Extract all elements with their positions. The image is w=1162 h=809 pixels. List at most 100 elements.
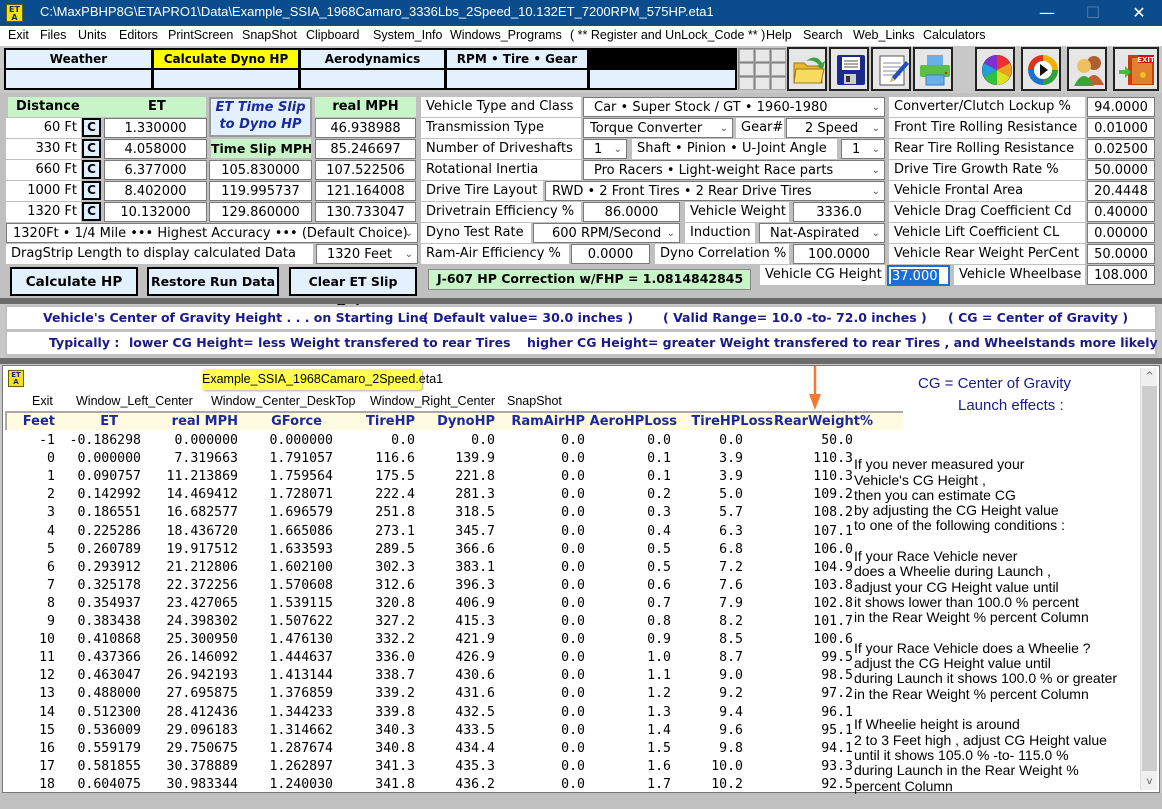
grid-button[interactable] bbox=[755, 49, 770, 62]
ujoint-angle-select[interactable]: 1 ⌄ bbox=[841, 139, 885, 159]
menu-units[interactable]: Units bbox=[78, 28, 106, 42]
param-field[interactable]: 20.4448 bbox=[1087, 181, 1155, 201]
column-header[interactable]: Feet bbox=[23, 414, 55, 429]
c-button[interactable]: C bbox=[82, 181, 101, 200]
column-header[interactable]: AeroHPLoss bbox=[590, 414, 677, 429]
et-field[interactable]: 10.132000 bbox=[104, 202, 207, 222]
tab-blank-sub[interactable] bbox=[590, 70, 735, 88]
save-button[interactable] bbox=[829, 47, 869, 91]
rotational-inertia-select[interactable]: Pro Racers • Light-weight Race parts ⌄ bbox=[583, 160, 885, 180]
tab-weather[interactable]: Weather bbox=[6, 50, 151, 68]
tab-calculate-dyno-hp[interactable]: Calculate Dyno HP bbox=[154, 50, 298, 68]
column-header[interactable]: GForce bbox=[271, 414, 322, 429]
grid-button[interactable] bbox=[739, 49, 754, 62]
param-field[interactable]: 0.01000 bbox=[1087, 118, 1155, 138]
menu-search[interactable]: Search bbox=[803, 28, 843, 42]
param-field[interactable]: 94.0000 bbox=[1087, 97, 1155, 117]
tab-rpm-sub[interactable] bbox=[447, 70, 587, 88]
vehicle-type-select[interactable]: Car • Super Stock / GT • 1960-1980 ⌄ bbox=[583, 97, 885, 117]
edit-button[interactable] bbox=[871, 47, 911, 91]
param-field[interactable]: 50.0000 bbox=[1087, 244, 1155, 264]
menu-help[interactable]: Help bbox=[766, 28, 792, 42]
menu-register[interactable]: ( ** Register and UnLock_Code ** ) bbox=[570, 28, 765, 42]
menu-calculators[interactable]: Calculators bbox=[923, 28, 986, 42]
grid-button[interactable] bbox=[739, 77, 754, 90]
scroll-down-icon[interactable]: v bbox=[1141, 773, 1158, 790]
drive-tire-layout-select[interactable]: RWD • 2 Front Tires • 2 Rear Drive Tires… bbox=[545, 181, 885, 201]
column-header[interactable]: ET bbox=[100, 414, 118, 429]
ram-air-efficiency-field[interactable]: 0.0000 bbox=[571, 244, 650, 264]
menu-system-info[interactable]: System_Info bbox=[373, 28, 442, 42]
column-header[interactable]: DynoHP bbox=[437, 414, 495, 429]
driveshafts-select[interactable]: 1 ⌄ bbox=[583, 139, 627, 159]
close-button[interactable]: ✕ bbox=[1116, 0, 1162, 26]
dyno-test-rate-select[interactable]: 600 RPM/Second ⌄ bbox=[533, 223, 680, 243]
accuracy-select[interactable]: 1320Ft • 1/4 Mile ••• Highest Accuracy •… bbox=[6, 223, 418, 243]
time-slip-mph-field[interactable]: 129.860000 bbox=[209, 202, 312, 222]
results-app-icon[interactable]: ET A bbox=[8, 370, 24, 387]
param-field[interactable]: 50.0000 bbox=[1087, 160, 1155, 180]
et-field[interactable]: 8.402000 bbox=[104, 181, 207, 201]
menu-files[interactable]: Files bbox=[40, 28, 66, 42]
dragstrip-length-select[interactable]: 1320 Feet ⌄ bbox=[316, 244, 418, 264]
vehicle-cg-height-field[interactable]: 37.000 bbox=[887, 265, 950, 286]
menu-exit[interactable]: Exit bbox=[8, 28, 29, 42]
time-slip-mph-field[interactable]: 119.995737 bbox=[209, 181, 312, 201]
column-header[interactable]: TireHP bbox=[366, 414, 415, 429]
results-menu-window-center-desktop[interactable]: Window_Center_DeskTop bbox=[211, 394, 356, 408]
param-field[interactable]: 0.00000 bbox=[1087, 223, 1155, 243]
calculate-hp-button[interactable]: Calculate HP bbox=[10, 267, 138, 296]
tab-dyno-sub[interactable] bbox=[154, 70, 298, 88]
menu-printscreen[interactable]: PrintScreen bbox=[168, 28, 233, 42]
param-field[interactable]: 0.40000 bbox=[1087, 202, 1155, 222]
open-button[interactable] bbox=[787, 47, 827, 91]
vehicle-weight-field[interactable]: 3336.0 bbox=[793, 202, 885, 222]
tab-aero-sub[interactable] bbox=[301, 70, 444, 88]
menu-clipboard[interactable]: Clipboard bbox=[306, 28, 360, 42]
et-field[interactable]: 4.058000 bbox=[104, 139, 207, 159]
dyno-correlation-field[interactable]: 100.0000 bbox=[793, 244, 885, 264]
column-header[interactable]: TireHPLoss bbox=[691, 414, 773, 429]
induction-select[interactable]: Nat-Aspirated ⌄ bbox=[759, 223, 885, 243]
c-button[interactable]: C bbox=[82, 139, 101, 158]
c-button[interactable]: C bbox=[82, 160, 101, 179]
gear-select[interactable]: 2 Speed ⌄ bbox=[786, 118, 885, 138]
clear-et-slip-button[interactable]: Clear ET Slip Data bbox=[289, 267, 417, 315]
play-button[interactable] bbox=[1021, 47, 1061, 91]
transmission-type-select[interactable]: Torque Converter ⌄ bbox=[583, 118, 733, 138]
grid-button[interactable] bbox=[755, 63, 770, 76]
c-button[interactable]: C bbox=[82, 118, 101, 137]
param-field[interactable]: 108.000 bbox=[1087, 265, 1155, 285]
users-button[interactable] bbox=[1067, 47, 1107, 91]
c-button[interactable]: C bbox=[82, 202, 101, 221]
tab-aerodynamics[interactable]: Aerodynamics bbox=[301, 50, 444, 68]
maximize-button[interactable]: ☐ bbox=[1070, 0, 1116, 26]
print-button[interactable] bbox=[913, 47, 953, 91]
results-menu-window-left-center[interactable]: Window_Left_Center bbox=[76, 394, 193, 408]
column-header[interactable]: real MPH bbox=[172, 414, 238, 429]
column-header[interactable]: RamAirHP bbox=[511, 414, 585, 429]
scroll-thumb[interactable] bbox=[1142, 386, 1157, 771]
color-button[interactable] bbox=[975, 47, 1015, 91]
results-menu-snapshot[interactable]: SnapShot bbox=[507, 394, 562, 408]
grid-button[interactable] bbox=[771, 77, 786, 90]
et-field[interactable]: 1.330000 bbox=[104, 118, 207, 138]
tab-weather-sub[interactable] bbox=[6, 70, 151, 88]
app-icon[interactable]: ET A bbox=[6, 4, 23, 22]
time-slip-mph-field[interactable]: 105.830000 bbox=[209, 160, 312, 180]
drivetrain-efficiency-field[interactable]: 86.0000 bbox=[583, 202, 680, 222]
grid-button[interactable] bbox=[771, 63, 786, 76]
exit-button[interactable]: EXIT bbox=[1113, 47, 1159, 91]
column-header[interactable]: RearWeight% bbox=[774, 414, 873, 429]
grid-button[interactable] bbox=[755, 77, 770, 90]
results-menu-exit[interactable]: Exit bbox=[32, 394, 53, 408]
tab-rpm-tire-gear[interactable]: RPM • Tire • Gear bbox=[447, 50, 587, 68]
menu-snapshot[interactable]: SnapShot bbox=[242, 28, 297, 42]
et-field[interactable]: 6.377000 bbox=[104, 160, 207, 180]
restore-run-data-button[interactable]: Restore Run Data bbox=[147, 267, 279, 296]
vertical-scrollbar[interactable]: ^ v bbox=[1140, 368, 1157, 790]
grid-button[interactable] bbox=[739, 63, 754, 76]
menu-windows-programs[interactable]: Windows_Programs bbox=[450, 28, 562, 42]
grid-button[interactable] bbox=[771, 49, 786, 62]
param-field[interactable]: 0.02500 bbox=[1087, 139, 1155, 159]
